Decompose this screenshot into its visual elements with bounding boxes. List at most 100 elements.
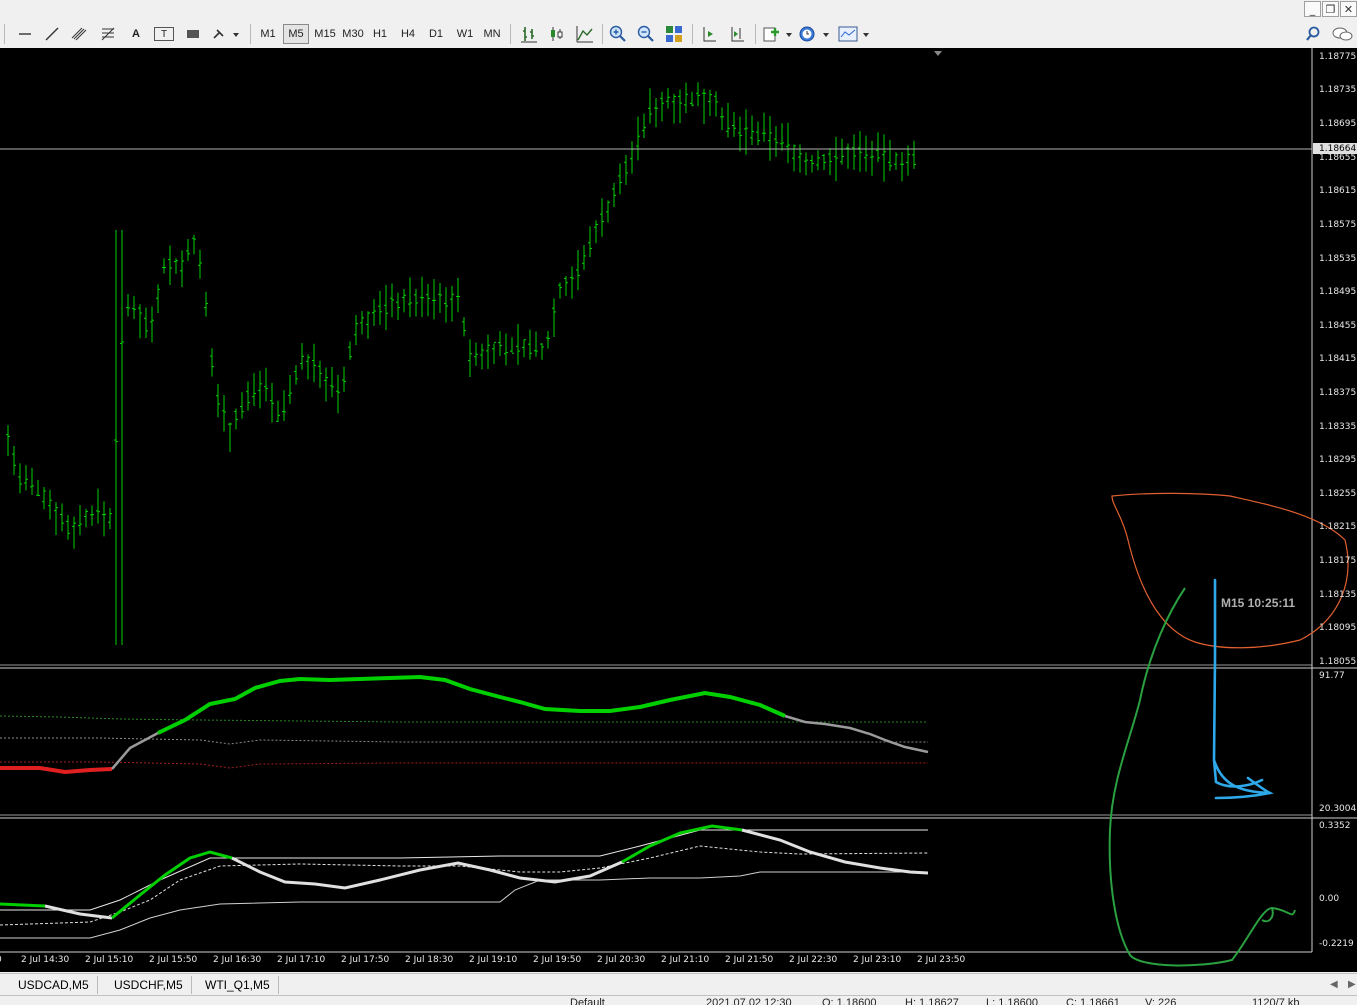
indicator2-max-label: 0.3352 <box>1319 821 1351 831</box>
ohlc-bar <box>762 112 766 142</box>
ohlc-bar <box>666 88 670 109</box>
time-label: 2 Jul 23:50 <box>917 955 966 965</box>
ohlc-bar <box>612 182 616 208</box>
price-label: 1.18135 <box>1319 590 1357 600</box>
ohlc-bar <box>204 291 208 317</box>
orange-circle-annotation <box>1111 492 1349 649</box>
ohlc-bar <box>780 123 784 151</box>
time-label-edge: 0 <box>0 955 2 965</box>
ohlc-bar <box>576 249 580 291</box>
indicator1-max-label: 91.77 <box>1319 671 1345 681</box>
ohlc-bar <box>348 341 352 360</box>
ohlc-bar <box>474 342 478 366</box>
ohlc-bar <box>270 382 274 423</box>
ohlc-bar <box>534 331 538 357</box>
ohlc-bar <box>144 307 148 338</box>
ohlc-bar <box>816 150 820 171</box>
ohlc-bar <box>486 334 490 369</box>
ohlc-bar <box>252 373 256 406</box>
ohlc-bar <box>42 487 46 510</box>
ohlc-bar <box>156 284 160 313</box>
ohlc-bar <box>324 367 328 402</box>
price-label: 1.18095 <box>1319 623 1357 633</box>
ohlc-bar <box>180 250 184 287</box>
ohlc-bar <box>132 296 136 320</box>
ohlc-bar <box>810 154 814 173</box>
ohlc-bar <box>240 392 244 419</box>
ohlc-bar <box>846 143 850 169</box>
ohlc-bar <box>546 330 550 349</box>
ohlc-bar <box>696 82 700 107</box>
tab-usdcad[interactable]: USDCAD,M5 <box>10 976 98 994</box>
price-label: 1.18215 <box>1319 522 1357 532</box>
ohlc-bar <box>162 258 166 274</box>
bull-segment <box>621 824 743 864</box>
price-chart[interactable] <box>0 0 1357 1004</box>
ohlc-bar <box>528 329 532 360</box>
tab-usdchf[interactable]: USDCHF,M5 <box>106 976 192 994</box>
ohlc-bar <box>72 516 76 549</box>
current-price-label: 1.18664 <box>1319 144 1357 154</box>
ohlc-bar <box>618 163 622 195</box>
ohlc-bar <box>648 88 652 124</box>
bear-segment <box>0 766 113 775</box>
ohlc-bar <box>504 333 508 366</box>
ohlc-bar <box>462 317 466 337</box>
price-label: 1.18415 <box>1319 354 1357 364</box>
ohlc-bar <box>312 343 316 383</box>
ohlc-bar <box>150 306 154 343</box>
ohlc-bar <box>108 508 112 530</box>
ohlc-bar <box>330 367 334 398</box>
ohlc-bar <box>450 285 454 322</box>
ohlc-bar <box>54 502 58 536</box>
ohlc-bar <box>408 277 412 318</box>
blue-arrow-annotation <box>1212 578 1274 800</box>
ohlc-bar <box>864 135 868 172</box>
ohlc-bar <box>102 501 106 537</box>
price-label: 1.18615 <box>1319 186 1357 196</box>
price-label: 1.18655 <box>1319 153 1357 163</box>
ohlc-bar <box>174 258 178 275</box>
ohlc-bar <box>510 337 514 354</box>
ohlc-bar <box>90 505 94 526</box>
indicator1-min-label: 20.3004 <box>1319 804 1357 814</box>
chart-shift-marker <box>934 51 942 56</box>
chart-tabs-bar: USDCAD,M5 USDCHF,M5 WTI_Q1,M5 ◀ ▶ <box>0 973 1357 996</box>
ohlc-bar <box>6 425 10 457</box>
time-label: 2 Jul 18:30 <box>405 955 454 965</box>
ohlc-bar <box>516 324 520 365</box>
ohlc-bar <box>402 289 406 313</box>
time-label: 2 Jul 15:50 <box>149 955 198 965</box>
ohlc-bar <box>306 354 310 380</box>
time-label: 2 Jul 15:10 <box>85 955 134 965</box>
ohlc-bar <box>120 230 124 645</box>
ohlc-bar <box>396 292 400 321</box>
ohlc-bar <box>492 341 496 365</box>
ohlc-bar <box>366 311 370 339</box>
ohlc-bar <box>192 234 196 255</box>
time-label: 2 Jul 16:30 <box>213 955 262 965</box>
ohlc-bar <box>738 116 742 152</box>
price-label: 1.18535 <box>1319 254 1357 264</box>
lower-level-line <box>0 761 928 769</box>
ohlc-bar <box>384 285 388 331</box>
ohlc-bar <box>468 339 472 378</box>
tab-scroll-right-icon[interactable]: ▶ <box>1340 976 1357 994</box>
ohlc-bar <box>78 505 82 536</box>
ohlc-bar <box>636 116 640 161</box>
ohlc-bar <box>198 249 202 279</box>
ohlc-bar <box>708 89 712 117</box>
ohlc-bar <box>342 366 346 392</box>
ohlc-bar <box>720 107 724 131</box>
price-label: 1.18175 <box>1319 556 1357 566</box>
ohlc-bar <box>246 381 250 411</box>
ohlc-bar <box>96 488 100 524</box>
ohlc-bar <box>768 116 772 161</box>
ohlc-bar <box>822 153 826 171</box>
tab-wti[interactable]: WTI_Q1,M5 <box>197 976 279 994</box>
ohlc-bar <box>498 331 502 357</box>
ohlc-bar <box>114 230 118 645</box>
indicator2-zero-label: 0.00 <box>1319 894 1340 904</box>
ohlc-bar <box>234 408 238 430</box>
ohlc-bar <box>660 91 664 122</box>
